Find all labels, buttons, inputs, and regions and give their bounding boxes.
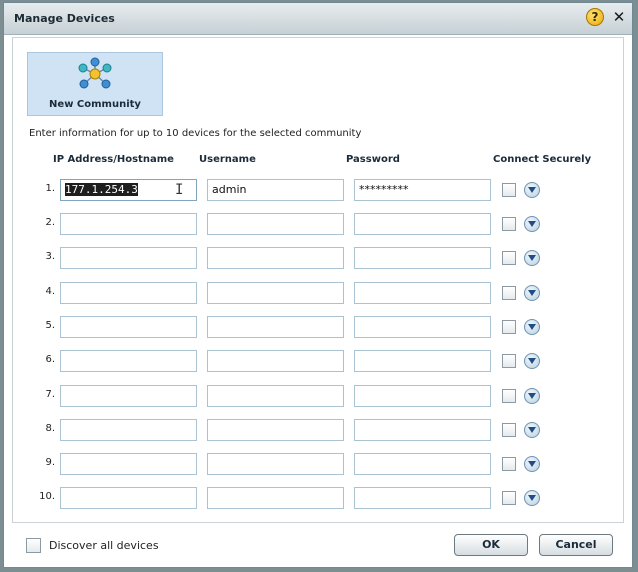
username-input[interactable] xyxy=(207,213,344,235)
connect-securely-checkbox[interactable] xyxy=(502,491,516,505)
device-row: 5. xyxy=(13,316,625,338)
discover-all-devices-checkbox[interactable] xyxy=(26,538,41,553)
help-icon[interactable]: ? xyxy=(586,8,604,26)
discover-all-devices-label: Discover all devices xyxy=(49,539,159,552)
connect-securely-checkbox[interactable] xyxy=(502,457,516,471)
dropdown-chevron-icon[interactable] xyxy=(524,285,540,301)
ip-address-input[interactable] xyxy=(60,350,197,372)
username-value: admin xyxy=(212,183,247,196)
dropdown-chevron-icon[interactable] xyxy=(524,388,540,404)
password-input[interactable] xyxy=(354,213,491,235)
row-number: 7. xyxy=(45,389,55,400)
username-input[interactable] xyxy=(207,487,344,509)
manage-devices-dialog: Manage Devices ? ✕ New Community Enter i… xyxy=(3,2,633,568)
connect-securely-checkbox[interactable] xyxy=(502,423,516,437)
column-header-connect-securely: Connect Securely xyxy=(493,154,592,165)
column-header-ip: IP Address/Hostname xyxy=(53,154,174,165)
username-input[interactable] xyxy=(207,282,344,304)
ip-address-input[interactable] xyxy=(60,247,197,269)
username-input[interactable] xyxy=(207,419,344,441)
device-row: 6. xyxy=(13,350,625,372)
device-row: 1. 177.1.254.3 Iadmin ********* xyxy=(13,179,625,201)
dialog-titlebar: Manage Devices ? ✕ xyxy=(4,3,632,35)
dropdown-chevron-icon[interactable] xyxy=(524,182,540,198)
device-row: 8. xyxy=(13,419,625,441)
password-input[interactable] xyxy=(354,350,491,372)
password-value: ********* xyxy=(359,183,409,196)
ip-address-input[interactable] xyxy=(60,385,197,407)
password-input[interactable]: ********* xyxy=(354,179,491,201)
row-number: 2. xyxy=(45,217,55,228)
text-cursor-icon: I xyxy=(175,182,184,198)
connect-securely-checkbox[interactable] xyxy=(502,354,516,368)
row-number: 6. xyxy=(45,354,55,365)
ip-address-input[interactable] xyxy=(60,213,197,235)
connect-securely-checkbox[interactable] xyxy=(502,217,516,231)
password-input[interactable] xyxy=(354,385,491,407)
close-icon[interactable]: ✕ xyxy=(610,8,628,26)
dropdown-chevron-icon[interactable] xyxy=(524,353,540,369)
community-network-icon xyxy=(78,57,112,89)
username-input[interactable] xyxy=(207,350,344,372)
username-input[interactable] xyxy=(207,453,344,475)
row-number: 10. xyxy=(39,491,55,502)
connect-securely-checkbox[interactable] xyxy=(502,183,516,197)
connect-securely-checkbox[interactable] xyxy=(502,320,516,334)
dropdown-chevron-icon[interactable] xyxy=(524,319,540,335)
row-number: 3. xyxy=(45,251,55,262)
connect-securely-checkbox[interactable] xyxy=(502,286,516,300)
row-number: 8. xyxy=(45,423,55,434)
new-community-label: New Community xyxy=(49,99,141,110)
ip-address-input[interactable] xyxy=(60,419,197,441)
new-community-button[interactable]: New Community xyxy=(27,52,163,116)
column-header-username: Username xyxy=(199,154,256,165)
password-input[interactable] xyxy=(354,419,491,441)
dropdown-chevron-icon[interactable] xyxy=(524,422,540,438)
username-input[interactable] xyxy=(207,247,344,269)
row-number: 9. xyxy=(45,457,55,468)
device-row: 3. xyxy=(13,247,625,269)
column-header-password: Password xyxy=(346,154,400,165)
ip-address-input[interactable] xyxy=(60,453,197,475)
ok-button[interactable]: OK xyxy=(454,534,528,556)
username-input[interactable] xyxy=(207,316,344,338)
password-input[interactable] xyxy=(354,453,491,475)
ip-address-input[interactable] xyxy=(60,487,197,509)
ip-address-input[interactable] xyxy=(60,316,197,338)
row-number: 1. xyxy=(45,183,55,194)
password-input[interactable] xyxy=(354,282,491,304)
cancel-button[interactable]: Cancel xyxy=(539,534,613,556)
username-input[interactable] xyxy=(207,385,344,407)
connect-securely-checkbox[interactable] xyxy=(502,251,516,265)
device-row: 7. xyxy=(13,385,625,407)
username-input[interactable]: admin xyxy=(207,179,344,201)
device-row: 4. xyxy=(13,282,625,304)
device-row: 2. xyxy=(13,213,625,235)
row-number: 4. xyxy=(45,286,55,297)
instruction-text: Enter information for up to 10 devices f… xyxy=(29,128,362,139)
ip-address-selected-text: 177.1.254.3 xyxy=(65,183,138,196)
dropdown-chevron-icon[interactable] xyxy=(524,490,540,506)
password-input[interactable] xyxy=(354,247,491,269)
dialog-title: Manage Devices xyxy=(14,12,115,25)
device-row: 10. xyxy=(13,487,625,509)
row-number: 5. xyxy=(45,320,55,331)
ip-address-input[interactable] xyxy=(60,282,197,304)
password-input[interactable] xyxy=(354,316,491,338)
dropdown-chevron-icon[interactable] xyxy=(524,216,540,232)
dropdown-chevron-icon[interactable] xyxy=(524,250,540,266)
password-input[interactable] xyxy=(354,487,491,509)
device-row: 9. xyxy=(13,453,625,475)
dropdown-chevron-icon[interactable] xyxy=(524,456,540,472)
dialog-body: New Community Enter information for up t… xyxy=(12,37,624,523)
connect-securely-checkbox[interactable] xyxy=(502,389,516,403)
